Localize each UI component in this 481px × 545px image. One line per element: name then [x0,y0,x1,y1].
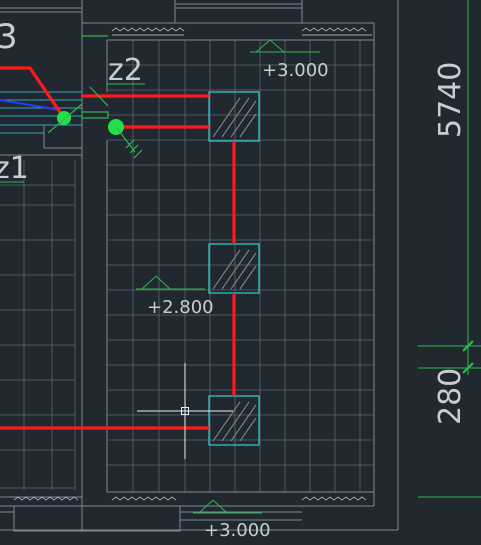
floor-tile-grid [107,40,374,492]
z2-tag: z2 [106,53,145,88]
drawing-canvas[interactable]: 3 z2 z1 +3.000 +2.800 +3.000 5740 280 [0,0,481,545]
z1-label: z1 [0,151,29,186]
partial-tag: 3 [0,17,18,57]
elevation-top: +3.000 [262,60,329,81]
column-top [208,91,260,142]
cyan-slab-lines [0,91,82,134]
cad-viewport[interactable]: 3 z2 z1 +3.000 +2.800 +3.000 5740 280 [0,0,481,545]
elevation-mid: +2.800 [147,297,214,318]
left-room-grid [0,160,76,490]
left-room [0,0,181,532]
level-marker-icon [136,39,320,514]
column-middle [208,243,260,294]
elevation-bottom: +3.000 [204,520,271,541]
z1-tag: z1 [0,151,29,186]
z2-label: z2 [108,53,143,88]
dim-vertical-short: 280 [433,368,468,425]
column-bottom [208,395,260,446]
dim-vertical-long: 5740 [433,62,468,138]
